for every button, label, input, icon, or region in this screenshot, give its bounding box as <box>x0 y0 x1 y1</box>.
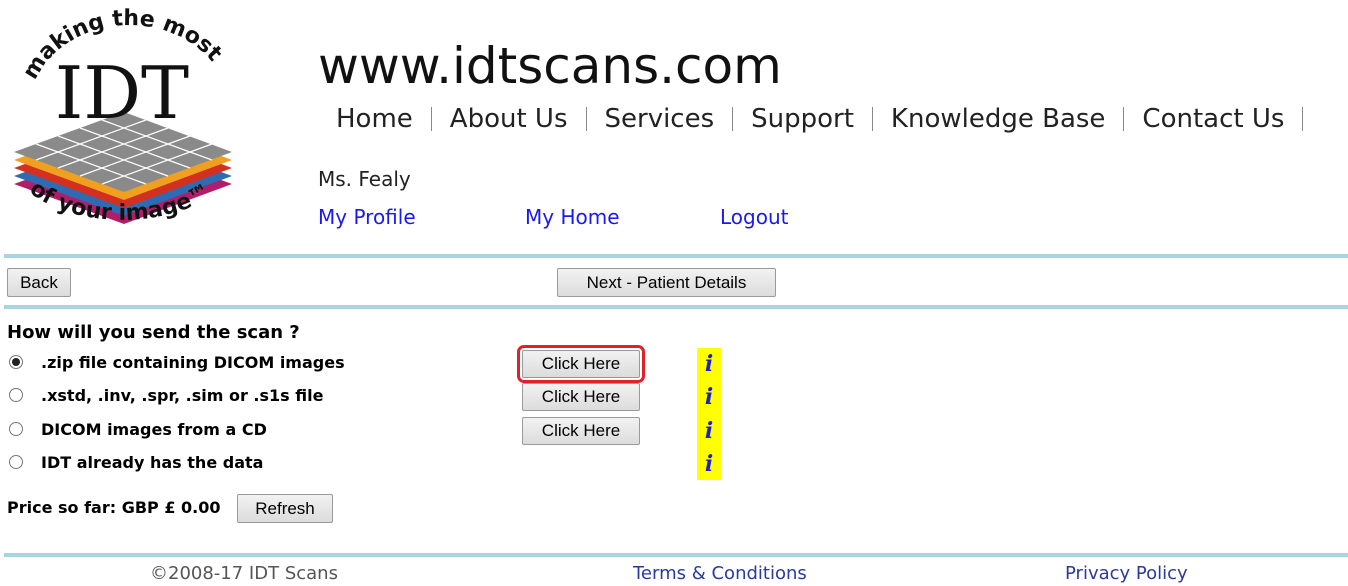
nav-separator <box>585 107 587 131</box>
nav-contact-us[interactable]: Contact Us <box>1142 104 1284 134</box>
radio-selected-dot <box>12 358 20 366</box>
radio-zip[interactable] <box>9 355 23 369</box>
click-here-cd-button[interactable]: Click Here <box>522 417 640 445</box>
option-zip[interactable]: .zip file containing DICOM images <box>8 348 345 376</box>
divider-top <box>4 254 1348 258</box>
privacy-link[interactable]: Privacy Policy <box>1065 563 1188 584</box>
nav-separator <box>430 107 432 131</box>
option-xstd[interactable]: .xstd, .inv, .spr, .sim or .s1s file <box>8 381 323 409</box>
nav-separator <box>1123 107 1125 131</box>
nav-knowledge-base[interactable]: Knowledge Base <box>891 104 1106 134</box>
option-cd[interactable]: DICOM images from a CD <box>8 415 267 443</box>
click-here-xstd-button[interactable]: Click Here <box>522 383 640 411</box>
nav-services[interactable]: Services <box>605 104 715 134</box>
info-icon[interactable]: i <box>697 383 721 411</box>
radio-cd[interactable] <box>9 422 23 436</box>
nav-home[interactable]: Home <box>336 104 413 134</box>
my-profile-link[interactable]: My Profile <box>318 205 416 229</box>
terms-link[interactable]: Terms & Conditions <box>633 563 807 584</box>
send-scan-question: How will you send the scan ? <box>7 322 300 343</box>
site-title: www.idtscans.com <box>318 37 782 95</box>
logo-idt-text: IDT <box>55 51 189 135</box>
divider-middle <box>4 305 1348 309</box>
nav-separator <box>1302 107 1304 131</box>
idt-logo: making the most IDT of your image™ <box>2 2 242 238</box>
top-nav: Home About Us Services Support Knowledge… <box>336 101 1321 137</box>
logout-link[interactable]: Logout <box>720 205 788 229</box>
back-button[interactable]: Back <box>7 268 71 297</box>
nav-separator <box>871 107 873 131</box>
nav-support[interactable]: Support <box>751 104 854 134</box>
divider-bottom <box>4 553 1348 557</box>
option-already-has-label: IDT already has the data <box>41 452 264 472</box>
option-zip-label: .zip file containing DICOM images <box>41 352 345 372</box>
info-icon[interactable]: i <box>697 450 721 478</box>
user-name: Ms. Fealy <box>318 167 411 191</box>
price-so-far: Price so far: GBP £ 0.00 <box>7 498 221 517</box>
click-here-zip-button[interactable]: Click Here <box>517 345 645 383</box>
option-cd-label: DICOM images from a CD <box>41 419 267 439</box>
radio-xstd[interactable] <box>9 388 23 402</box>
next-patient-details-button[interactable]: Next - Patient Details <box>557 268 776 297</box>
nav-about-us[interactable]: About Us <box>450 104 568 134</box>
footer-copyright: ©2008-17 IDT Scans <box>150 563 338 584</box>
info-icon[interactable]: i <box>697 350 721 378</box>
nav-separator <box>732 107 734 131</box>
option-already-has[interactable]: IDT already has the data <box>8 448 263 476</box>
refresh-button[interactable]: Refresh <box>237 494 333 523</box>
option-xstd-label: .xstd, .inv, .spr, .sim or .s1s file <box>41 385 324 405</box>
my-home-link[interactable]: My Home <box>525 205 620 229</box>
info-icon[interactable]: i <box>697 417 721 445</box>
logo-graphic: making the most IDT of your image™ <box>14 6 232 226</box>
radio-already-has[interactable] <box>9 455 23 469</box>
